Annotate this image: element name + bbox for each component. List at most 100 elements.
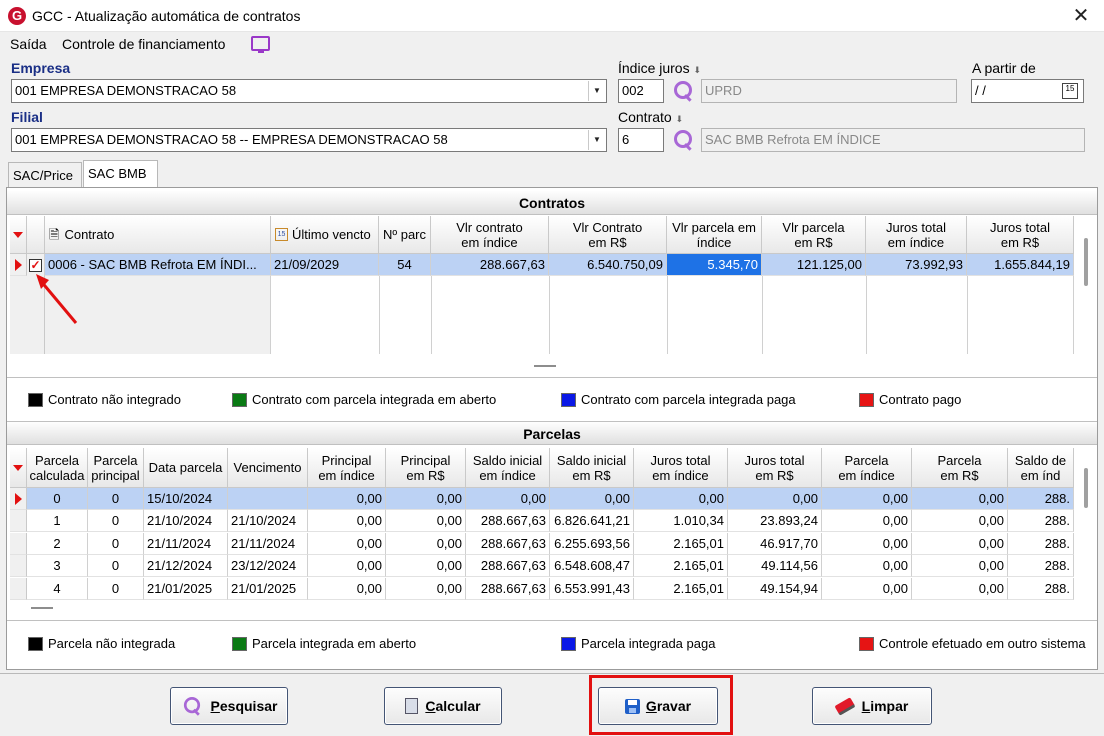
- col-parcelas-8[interactable]: Juros total em índice: [634, 448, 728, 488]
- parcela-cell[interactable]: 21/11/2024: [144, 533, 228, 555]
- parcela-cell[interactable]: 2.165,01: [634, 533, 728, 555]
- parcela-cell[interactable]: 0,00: [728, 488, 822, 510]
- parcela-cell[interactable]: 21/01/2025: [228, 578, 308, 600]
- parcela-cell[interactable]: 0,00: [822, 510, 912, 532]
- parcela-cell[interactable]: 0,00: [822, 555, 912, 577]
- close-icon[interactable]: ✕: [1066, 3, 1096, 29]
- parcela-cell[interactable]: 0: [88, 555, 144, 577]
- parcela-cell[interactable]: 288.: [1008, 578, 1074, 600]
- parcela-cell[interactable]: 2: [27, 533, 88, 555]
- col-parcelas-3[interactable]: Vencimento: [228, 448, 308, 488]
- parcela-cell[interactable]: 6.826.641,21: [550, 510, 634, 532]
- parcela-cell[interactable]: 288.667,63: [466, 510, 550, 532]
- parcela-cell[interactable]: 6.255.693,56: [550, 533, 634, 555]
- cell-vlr-contrato-indice[interactable]: 288.667,63: [431, 254, 549, 276]
- parcela-cell[interactable]: 0,00: [386, 533, 466, 555]
- col-vlr-parcela-indice[interactable]: Vlr parcela em índice: [667, 216, 762, 254]
- horizontal-scrollbar[interactable]: [31, 607, 53, 609]
- parcela-cell[interactable]: [228, 488, 308, 510]
- col-vlr-contrato-rs[interactable]: Vlr Contrato em R$: [549, 216, 667, 254]
- col-n-parc[interactable]: Nº parc: [379, 216, 431, 254]
- col-juros-total-indice[interactable]: Juros total em índice: [866, 216, 967, 254]
- col-parcelas-2[interactable]: Data parcela: [144, 448, 228, 488]
- parcela-cell[interactable]: 288.: [1008, 533, 1074, 555]
- col-parcelas-11[interactable]: Parcela em R$: [912, 448, 1008, 488]
- col-parcelas-12[interactable]: Saldo de em índ: [1008, 448, 1074, 488]
- parcela-cell[interactable]: 0: [88, 488, 144, 510]
- parcela-cell[interactable]: 0: [27, 488, 88, 510]
- parcela-cell[interactable]: 2.165,01: [634, 578, 728, 600]
- parcela-cell[interactable]: 288.667,63: [466, 578, 550, 600]
- parcela-cell[interactable]: 0,00: [308, 533, 386, 555]
- parcela-cell[interactable]: 21/12/2024: [144, 555, 228, 577]
- parcela-cell[interactable]: 288.: [1008, 555, 1074, 577]
- tab-sac-price[interactable]: SAC/Price: [8, 162, 82, 188]
- parcela-cell[interactable]: 49.154,94: [728, 578, 822, 600]
- col-parcelas-1[interactable]: Parcela principal: [88, 448, 144, 488]
- parcela-cell[interactable]: 6.548.608,47: [550, 555, 634, 577]
- pesquisar-button[interactable]: Pesquisar: [170, 687, 288, 725]
- col-parcelas-0[interactable]: Parcela calculada: [27, 448, 88, 488]
- parcela-cell[interactable]: 23/12/2024: [228, 555, 308, 577]
- parcela-cell[interactable]: 0,00: [550, 488, 634, 510]
- col-parcelas-7[interactable]: Saldo inicial em R$: [550, 448, 634, 488]
- parcela-cell[interactable]: 0,00: [912, 578, 1008, 600]
- chevron-down-icon[interactable]: ▼: [588, 130, 605, 150]
- parcela-cell[interactable]: 1.010,34: [634, 510, 728, 532]
- parcela-cell[interactable]: 0: [88, 533, 144, 555]
- parcela-cell[interactable]: 288.667,63: [466, 533, 550, 555]
- empresa-select[interactable]: 001 EMPRESA DEMONSTRACAO 58 ▼: [11, 79, 607, 103]
- filial-select[interactable]: 001 EMPRESA DEMONSTRACAO 58 -- EMPRESA D…: [11, 128, 607, 152]
- parcela-cell[interactable]: 0: [88, 578, 144, 600]
- limpar-button[interactable]: Limpar: [812, 687, 932, 725]
- parcela-cell[interactable]: 21/10/2024: [144, 510, 228, 532]
- parcela-cell[interactable]: 1: [27, 510, 88, 532]
- parcela-cell[interactable]: 0,00: [386, 578, 466, 600]
- col-vlr-parcela-rs[interactable]: Vlr parcela em R$: [762, 216, 866, 254]
- calendar-icon[interactable]: 15: [1062, 83, 1078, 99]
- parcela-cell[interactable]: 0,00: [822, 488, 912, 510]
- parcela-cell[interactable]: 0,00: [912, 533, 1008, 555]
- parcela-cell[interactable]: 0,00: [308, 510, 386, 532]
- col-parcelas-5[interactable]: Principal em R$: [386, 448, 466, 488]
- vertical-scrollbar[interactable]: [1084, 238, 1088, 286]
- indice-code-input[interactable]: 002: [618, 79, 664, 103]
- monitor-icon[interactable]: [251, 36, 270, 53]
- parcela-cell[interactable]: 0,00: [386, 555, 466, 577]
- calcular-button[interactable]: Calcular: [384, 687, 502, 725]
- parcela-cell[interactable]: 15/10/2024: [144, 488, 228, 510]
- parcela-cell[interactable]: 0,00: [912, 488, 1008, 510]
- parcela-cell[interactable]: 4: [27, 578, 88, 600]
- menu-item-saida[interactable]: Saída: [10, 36, 47, 52]
- parcela-cell[interactable]: 0,00: [634, 488, 728, 510]
- cell-vlr-parcela-indice[interactable]: 5.345,70: [667, 254, 762, 276]
- parcela-cell[interactable]: 0,00: [308, 488, 386, 510]
- tab-sac-bmb[interactable]: SAC BMB: [83, 160, 158, 188]
- menu-item-controle-financiamento[interactable]: Controle de financiamento: [62, 36, 225, 52]
- cell-vlr-contrato-rs[interactable]: 6.540.750,09: [549, 254, 667, 276]
- cell-vlr-parcela-rs[interactable]: 121.125,00: [762, 254, 866, 276]
- col-juros-total-rs[interactable]: Juros total em R$: [967, 216, 1074, 254]
- cell-juros-total-rs[interactable]: 1.655.844,19: [967, 254, 1074, 276]
- search-icon[interactable]: [672, 129, 694, 151]
- parcela-cell[interactable]: 0,00: [822, 578, 912, 600]
- col-parcelas-6[interactable]: Saldo inicial em índice: [466, 448, 550, 488]
- parcela-cell[interactable]: 2.165,01: [634, 555, 728, 577]
- parcela-cell[interactable]: 46.917,70: [728, 533, 822, 555]
- parcela-cell[interactable]: 0: [88, 510, 144, 532]
- cell-n-parc[interactable]: 54: [379, 254, 431, 276]
- col-vlr-contrato-indice[interactable]: Vlr contrato em índice: [431, 216, 549, 254]
- col-contrato[interactable]: 🗎 Contrato: [45, 216, 271, 254]
- parcela-cell[interactable]: 0,00: [308, 578, 386, 600]
- horizontal-scrollbar[interactable]: [534, 365, 556, 367]
- parcela-cell[interactable]: 0,00: [308, 555, 386, 577]
- parcela-cell[interactable]: 288.: [1008, 510, 1074, 532]
- parcela-cell[interactable]: 6.553.991,43: [550, 578, 634, 600]
- parcela-cell[interactable]: 0,00: [912, 555, 1008, 577]
- search-icon[interactable]: [672, 80, 694, 102]
- cell-ultimo-vencto[interactable]: 21/09/2029: [271, 254, 379, 276]
- parcela-cell[interactable]: 21/11/2024: [228, 533, 308, 555]
- parcela-cell[interactable]: 0,00: [466, 488, 550, 510]
- contrato-code-input[interactable]: 6: [618, 128, 664, 152]
- parcela-cell[interactable]: 3: [27, 555, 88, 577]
